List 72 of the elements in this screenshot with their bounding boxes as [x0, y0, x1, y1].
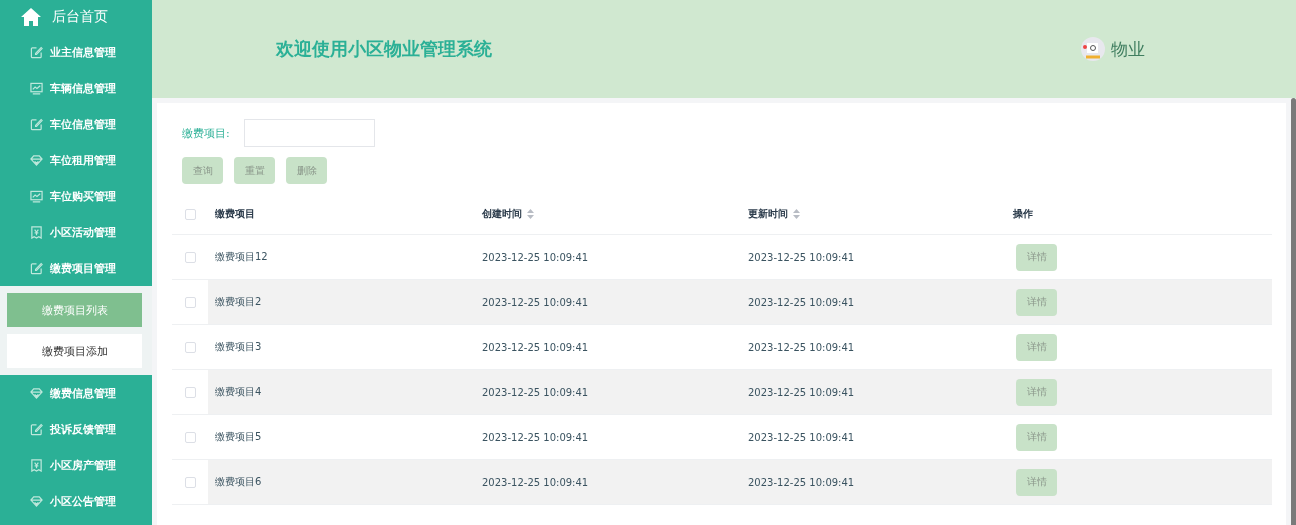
gem-icon: [30, 153, 43, 167]
details-button[interactable]: 详情: [1016, 468, 1057, 496]
menu-item[interactable]: 车辆信息管理: [0, 70, 152, 106]
row-checkbox[interactable]: [184, 341, 196, 353]
table-cell: 缴费项目4: [215, 385, 262, 399]
edit-icon: [30, 422, 43, 436]
action-button[interactable]: 删除: [286, 157, 327, 184]
menu-item[interactable]: 投诉反馈管理: [0, 411, 152, 447]
menu-item[interactable]: 小区公告管理: [0, 483, 152, 519]
menu-item[interactable]: 业主信息管理: [0, 34, 152, 70]
avatar-icon: [1081, 37, 1105, 61]
chart-icon: [30, 189, 43, 203]
chart-icon: [30, 81, 43, 95]
column-header: 创建时间: [482, 207, 522, 221]
menu-item[interactable]: 缴费信息管理: [0, 375, 152, 411]
home-link[interactable]: 后台首页: [52, 8, 108, 26]
column-header: 更新时间: [748, 207, 788, 221]
table-cell: 2023-12-25 10:09:41: [482, 476, 589, 488]
details-button[interactable]: 详情: [1016, 333, 1057, 361]
column-header: 操作: [1013, 207, 1033, 221]
submenu-item[interactable]: 缴费项目列表: [7, 293, 142, 327]
action-button[interactable]: 重置: [234, 157, 275, 184]
menu-item[interactable]: 车位租用管理: [0, 142, 152, 178]
table-cell: 缴费项目6: [215, 475, 262, 489]
menu-item[interactable]: 车位信息管理: [0, 106, 152, 142]
action-button[interactable]: 查询: [182, 157, 223, 184]
table-cell: 2023-12-25 10:09:41: [482, 386, 589, 398]
table-cell: 2023-12-25 10:09:41: [748, 296, 855, 308]
sort-icon[interactable]: [527, 209, 534, 219]
edit-icon: [30, 45, 43, 59]
table-cell: 2023-12-25 10:09:41: [482, 341, 589, 353]
scrollbar[interactable]: [1291, 98, 1296, 525]
row-checkbox[interactable]: [184, 431, 196, 443]
details-button[interactable]: 详情: [1016, 423, 1057, 451]
table-cell: 缴费项目2: [215, 295, 262, 309]
table-cell: 2023-12-25 10:09:41: [748, 341, 855, 353]
table-cell: 缴费项目5: [215, 430, 262, 444]
field-label: 缴费项目:: [182, 125, 230, 141]
row-checkbox[interactable]: [184, 386, 196, 398]
submenu-item[interactable]: 缴费项目添加: [7, 334, 142, 368]
table-cell: 缴费项目3: [215, 340, 262, 354]
table-cell: 缴费项目12: [215, 250, 268, 264]
gem-icon: [30, 386, 43, 400]
table-cell: 2023-12-25 10:09:41: [748, 431, 855, 443]
select-all-checkbox[interactable]: [184, 208, 196, 220]
details-button[interactable]: 详情: [1016, 378, 1057, 406]
gem-icon: [30, 494, 43, 508]
table-cell: 2023-12-25 10:09:41: [748, 386, 855, 398]
table-cell: 2023-12-25 10:09:41: [482, 251, 589, 263]
details-button[interactable]: 详情: [1016, 288, 1057, 316]
home-icon: [20, 7, 42, 27]
sort-icon[interactable]: [793, 209, 800, 219]
table-cell: 2023-12-25 10:09:41: [748, 251, 855, 263]
menu-item[interactable]: 车位购买管理: [0, 178, 152, 214]
menu-item[interactable]: 小区房产管理: [0, 447, 152, 483]
input-field[interactable]: [243, 119, 375, 147]
receipt-icon: [30, 458, 43, 472]
edit-icon: [30, 117, 43, 131]
table-cell: 2023-12-25 10:09:41: [482, 296, 589, 308]
row-checkbox[interactable]: [184, 476, 196, 488]
user-name[interactable]: 物业: [1111, 37, 1145, 61]
details-button[interactable]: 详情: [1016, 243, 1057, 271]
table-cell: 2023-12-25 10:09:41: [482, 431, 589, 443]
menu-item[interactable]: 缴费项目管理: [0, 250, 152, 286]
row-checkbox[interactable]: [184, 251, 196, 263]
menu-item[interactable]: 小区活动管理: [0, 214, 152, 250]
page-title: 欢迎使用小区物业管理系统: [276, 37, 492, 61]
edit-icon: [30, 261, 43, 275]
receipt-icon: [30, 225, 43, 239]
column-header: 缴费项目: [215, 207, 255, 221]
row-checkbox[interactable]: [184, 296, 196, 308]
table-cell: 2023-12-25 10:09:41: [748, 476, 855, 488]
